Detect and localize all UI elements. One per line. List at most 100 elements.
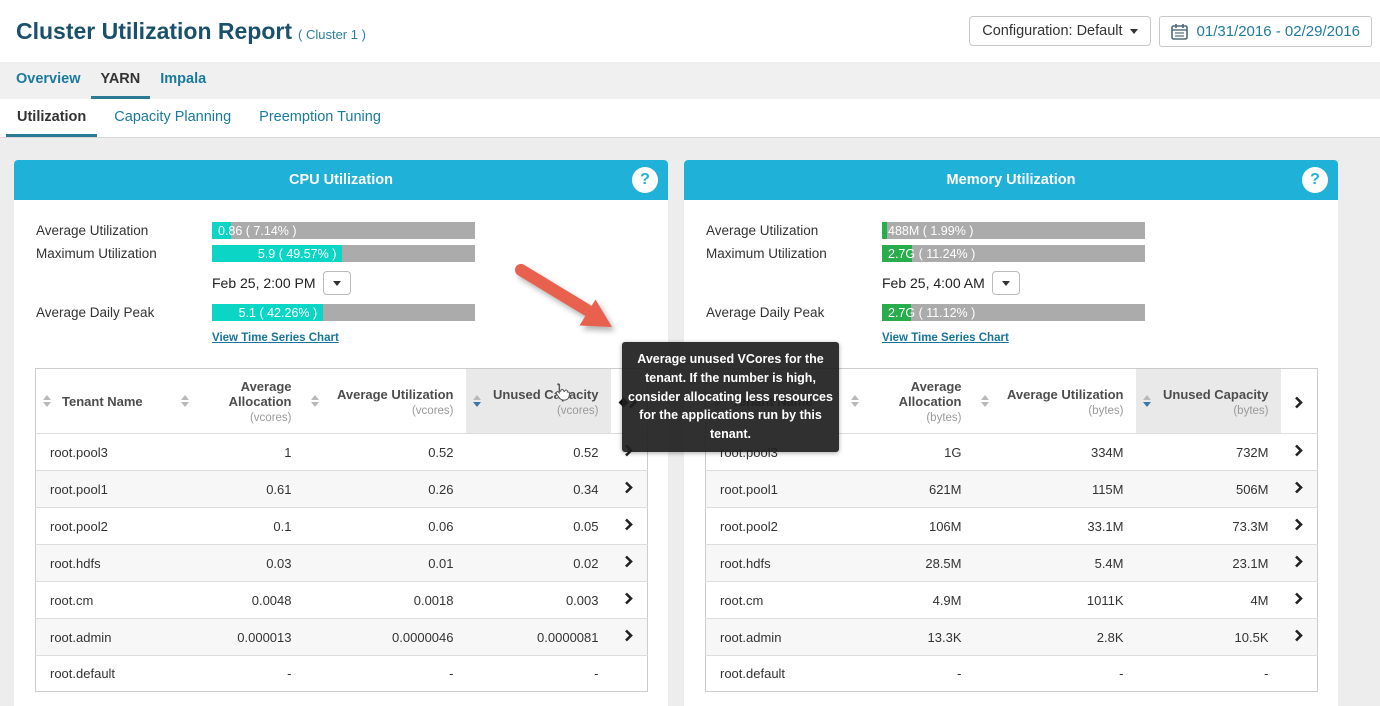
- sort-icon: [851, 395, 859, 407]
- view-time-series-chart-link[interactable]: View Time Series Chart: [882, 332, 1009, 344]
- tenant-name-cell: root.cm: [706, 582, 844, 619]
- chevron-right-icon: [624, 629, 633, 642]
- sort-descending-icon: [1143, 395, 1151, 407]
- tab-impala[interactable]: Impala: [150, 62, 216, 99]
- column-header-average-allocation[interactable]: Average Allocation(vcores): [174, 369, 304, 434]
- value-cell: 732M: [1136, 434, 1281, 471]
- value-cell: 621M: [844, 471, 974, 508]
- expand-row-cell[interactable]: [611, 508, 648, 545]
- table-row[interactable]: root.default---: [36, 656, 648, 692]
- value-cell: 13.3K: [844, 619, 974, 656]
- value-cell: -: [304, 656, 466, 692]
- top-bar: Cluster Utilization Report( Cluster 1 ) …: [0, 0, 1380, 62]
- value-cell: 0.52: [304, 434, 466, 471]
- avg-utilization-bar: 0.86 ( 7.14% ): [212, 222, 475, 239]
- value-cell: 0.03: [174, 545, 304, 582]
- max-utilization-bar: 5.9 ( 49.57% ): [212, 245, 475, 262]
- tenant-name-cell: root.admin: [36, 619, 174, 656]
- chevron-right-icon: [1294, 518, 1303, 531]
- tab-preemption-tuning[interactable]: Preemption Tuning: [248, 99, 392, 137]
- date-range-picker[interactable]: 01/31/2016 - 02/29/2016: [1159, 16, 1372, 47]
- help-icon[interactable]: ?: [632, 167, 658, 193]
- cpu-panel-title: CPU Utilization: [289, 172, 393, 188]
- value-cell: 0.0018: [304, 582, 466, 619]
- help-icon[interactable]: ?: [1302, 167, 1328, 193]
- memory-table-body: root.pool31G334M732Mroot.pool1621M115M50…: [706, 434, 1318, 692]
- value-cell: 1011K: [974, 582, 1136, 619]
- sort-icon: [43, 395, 51, 407]
- tab-yarn[interactable]: YARN: [91, 62, 151, 99]
- value-cell: 0.34: [466, 471, 611, 508]
- peak-time-dropdown-button[interactable]: [323, 271, 351, 295]
- value-cell: 10.5K: [1136, 619, 1281, 656]
- table-row[interactable]: root.pool20.10.060.05: [36, 508, 648, 545]
- chevron-right-icon: [1294, 592, 1303, 605]
- value-cell: 0.06: [304, 508, 466, 545]
- max-utilization-bar: 2.7G ( 11.24% ): [882, 245, 1145, 262]
- view-time-series-chart-link[interactable]: View Time Series Chart: [212, 332, 339, 344]
- value-cell: 0.0000046: [304, 619, 466, 656]
- value-cell: 0.52: [466, 434, 611, 471]
- table-row[interactable]: root.pool2106M33.1M73.3M: [706, 508, 1318, 545]
- avg-daily-peak-bar: 2.7G ( 11.12% ): [882, 304, 1145, 321]
- chevron-right-icon: [1294, 481, 1303, 494]
- max-utilization-label: Maximum Utilization: [706, 246, 882, 261]
- tab-capacity-planning[interactable]: Capacity Planning: [103, 99, 242, 137]
- column-header-average-utilization[interactable]: Average Utilization(vcores): [304, 369, 466, 434]
- table-row[interactable]: root.hdfs0.030.010.02: [36, 545, 648, 582]
- chevron-down-icon: [1130, 29, 1138, 34]
- column-header-average-allocation[interactable]: Average Allocation(bytes): [844, 369, 974, 434]
- expand-row-cell[interactable]: [1281, 545, 1318, 582]
- table-row[interactable]: root.cm0.00480.00180.003: [36, 582, 648, 619]
- scroll-columns-header[interactable]: [1281, 369, 1318, 434]
- expand-row-cell[interactable]: [611, 582, 648, 619]
- expand-row-cell[interactable]: [611, 471, 648, 508]
- expand-row-cell[interactable]: [611, 545, 648, 582]
- memory-panel-header: Memory Utilization ?: [684, 160, 1338, 200]
- tenant-name-cell: root.admin: [706, 619, 844, 656]
- cluster-name: ( Cluster 1 ): [298, 27, 366, 42]
- tenant-name-cell: root.pool1: [706, 471, 844, 508]
- value-cell: 28.5M: [844, 545, 974, 582]
- table-row[interactable]: root.hdfs28.5M5.4M23.1M: [706, 545, 1318, 582]
- value-cell: 0.02: [466, 545, 611, 582]
- chevron-down-icon: [333, 281, 341, 286]
- expand-row-cell[interactable]: [611, 619, 648, 656]
- table-row[interactable]: root.pool310.520.52: [36, 434, 648, 471]
- expand-row-cell[interactable]: [1281, 582, 1318, 619]
- bar-value: 488M ( 1.99% ): [882, 222, 973, 239]
- tenant-name-cell: root.pool3: [36, 434, 174, 471]
- column-header-average-utilization[interactable]: Average Utilization(bytes): [974, 369, 1136, 434]
- cluster-utilization-report-page: Cluster Utilization Report( Cluster 1 ) …: [0, 0, 1380, 706]
- chevron-right-icon: [624, 518, 633, 531]
- value-cell: 0.61: [174, 471, 304, 508]
- sort-icon: [311, 395, 319, 407]
- expand-row-cell[interactable]: [1281, 508, 1318, 545]
- bar-value: 2.7G ( 11.12% ): [882, 304, 975, 321]
- column-header-unused-capacity[interactable]: Unused Capacity(bytes): [1136, 369, 1281, 434]
- table-row[interactable]: root.admin0.0000130.00000460.0000081: [36, 619, 648, 656]
- table-row[interactable]: root.pool10.610.260.34: [36, 471, 648, 508]
- tenant-name-cell: root.cm: [36, 582, 174, 619]
- peak-time-dropdown-button[interactable]: [992, 271, 1020, 295]
- tenant-name-cell: root.hdfs: [36, 545, 174, 582]
- chevron-right-icon: [1294, 444, 1303, 457]
- configuration-dropdown-button[interactable]: Configuration: Default: [969, 16, 1150, 46]
- tab-overview[interactable]: Overview: [6, 62, 91, 99]
- expand-row-cell[interactable]: [1281, 434, 1318, 471]
- table-row[interactable]: root.cm4.9M1011K4M: [706, 582, 1318, 619]
- table-row[interactable]: root.pool1621M115M506M: [706, 471, 1318, 508]
- table-row[interactable]: root.default---: [706, 656, 1318, 692]
- column-header-tenant-name[interactable]: Tenant Name: [36, 369, 174, 434]
- column-header-unused-capacity[interactable]: Unused Capacity(vcores): [466, 369, 611, 434]
- tenant-name-cell: root.hdfs: [706, 545, 844, 582]
- expand-row-cell[interactable]: [1281, 619, 1318, 656]
- tab-utilization[interactable]: Utilization: [6, 99, 97, 137]
- value-cell: 0.05: [466, 508, 611, 545]
- expand-row-cell[interactable]: [1281, 471, 1318, 508]
- table-row[interactable]: root.admin13.3K2.8K10.5K: [706, 619, 1318, 656]
- bar-value: 5.9 ( 49.57% ): [212, 245, 342, 262]
- avg-daily-peak-label: Average Daily Peak: [706, 305, 882, 320]
- secondary-tabs: Utilization Capacity Planning Preemption…: [0, 99, 1380, 138]
- primary-tabs: Overview YARN Impala: [0, 62, 1380, 99]
